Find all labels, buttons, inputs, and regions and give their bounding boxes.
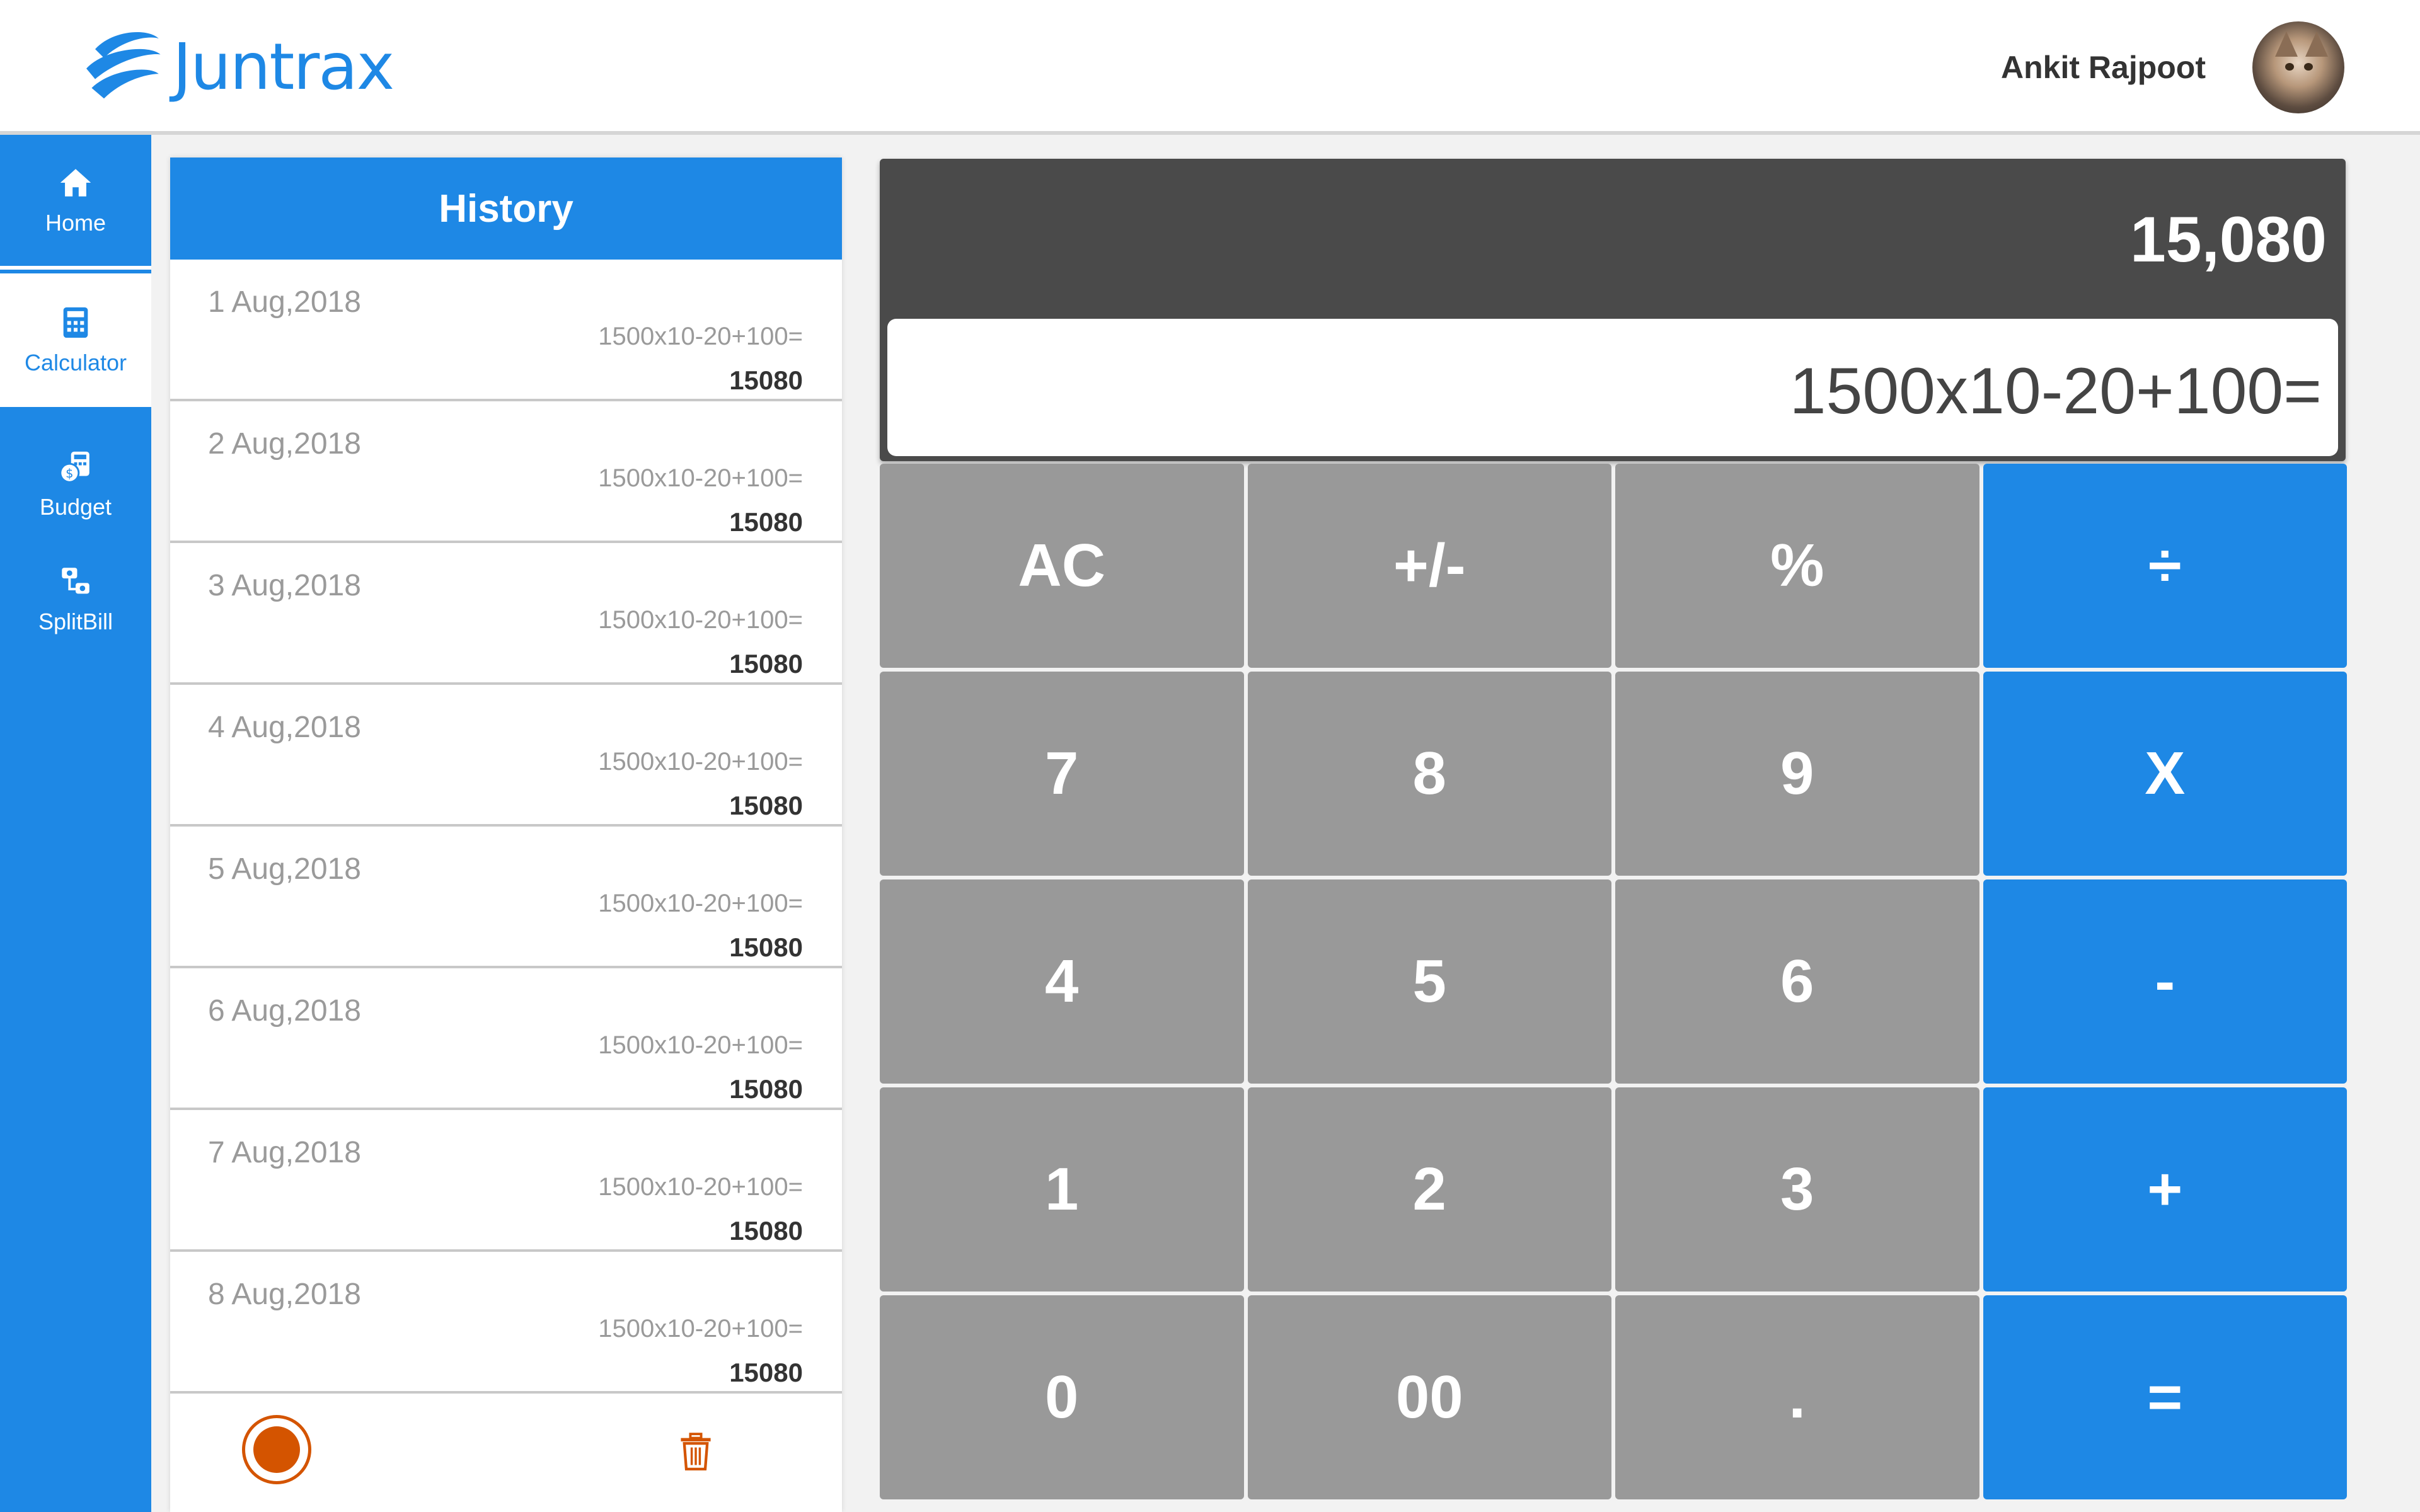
history-panel: History 1 Aug,2018 1500x10-20+100= 15080… [170,158,842,1512]
history-date: 4 Aug,2018 [208,711,361,744]
sidebar-item-calculator[interactable]: Calculator [0,273,151,407]
record-icon [253,1426,300,1473]
sidebar-item-splitbill[interactable]: SplitBill [0,563,151,664]
history-item[interactable]: 1 Aug,2018 1500x10-20+100= 15080 [170,260,842,401]
history-item[interactable]: 7 Aug,2018 1500x10-20+100= 15080 [170,1110,842,1252]
history-item[interactable]: 2 Aug,2018 1500x10-20+100= 15080 [170,401,842,543]
history-result: 15080 [729,507,803,537]
key-8[interactable]: 8 [1247,672,1611,876]
split-bill-icon [62,568,89,594]
svg-text:$: $ [66,466,73,481]
key-5[interactable]: 5 [1247,879,1611,1084]
key-7[interactable]: 7 [880,672,1244,876]
history-title: History [170,158,842,260]
history-result: 15080 [729,1216,803,1246]
history-date: 5 Aug,2018 [208,852,361,886]
key-decimal[interactable]: . [1615,1295,1979,1499]
history-item[interactable]: 5 Aug,2018 1500x10-20+100= 15080 [170,827,842,968]
home-icon [60,169,91,197]
expression-field[interactable]: 1500x10-20+100= [887,319,2338,456]
history-expression: 1500x10-20+100= [598,464,803,492]
key-2[interactable]: 2 [1247,1087,1611,1292]
history-item[interactable]: 4 Aug,2018 1500x10-20+100= 15080 [170,685,842,827]
sidebar-item-home[interactable]: Home [0,135,151,270]
key-subtract[interactable]: - [1983,879,2347,1084]
history-expression: 1500x10-20+100= [598,748,803,776]
trash-icon[interactable] [679,1433,712,1470]
history-item[interactable]: 6 Aug,2018 1500x10-20+100= 15080 [170,968,842,1110]
history-date: 2 Aug,2018 [208,427,361,461]
history-expression: 1500x10-20+100= [598,323,803,350]
key-1[interactable]: 1 [880,1087,1244,1292]
key-clear[interactable]: AC [880,464,1244,668]
history-date: 6 Aug,2018 [208,994,361,1028]
calculator-display: 15,080 1500x10-20+100= [880,159,2346,461]
sidebar: Home Calculator $ Budget SplitBill [0,135,151,1512]
key-3[interactable]: 3 [1615,1087,1979,1292]
key-equals[interactable]: = [1983,1295,2347,1499]
calculator-icon [63,307,88,338]
history-date: 3 Aug,2018 [208,569,361,602]
record-button[interactable] [242,1415,311,1484]
app-logo[interactable]: Juntrax [74,23,395,111]
key-percent[interactable]: % [1615,464,1979,668]
history-result: 15080 [729,365,803,395]
sidebar-item-label: Budget [39,494,112,520]
history-expression: 1500x10-20+100= [598,1173,803,1201]
key-6[interactable]: 6 [1615,879,1979,1084]
key-double-zero[interactable]: 00 [1247,1295,1611,1499]
history-expression: 1500x10-20+100= [598,606,803,634]
history-date: 7 Aug,2018 [208,1136,361,1169]
history-result: 15080 [729,1358,803,1387]
history-footer [170,1394,842,1506]
calculator-result: 15,080 [2130,203,2327,275]
brand-name: Juntrax [173,29,395,105]
history-date: 8 Aug,2018 [208,1278,361,1311]
top-header: Juntrax Ankit Rajpoot [0,0,2420,135]
history-expression: 1500x10-20+100= [598,890,803,917]
history-result: 15080 [729,649,803,679]
history-date: 1 Aug,2018 [208,285,361,319]
key-divide[interactable]: ÷ [1983,464,2347,668]
key-add[interactable]: + [1983,1087,2347,1292]
logo-globe-icon [86,32,161,99]
history-result: 15080 [729,932,803,962]
sidebar-item-label: Home [45,210,107,236]
budget-icon: $ [59,451,89,483]
key-multiply[interactable]: X [1983,672,2347,876]
key-9[interactable]: 9 [1615,672,1979,876]
sidebar-item-budget[interactable]: $ Budget [0,449,151,549]
history-item[interactable]: 3 Aug,2018 1500x10-20+100= 15080 [170,543,842,685]
key-0[interactable]: 0 [880,1295,1244,1499]
key-sign[interactable]: +/- [1247,464,1611,668]
sidebar-item-label: Calculator [24,350,127,375]
user-name[interactable]: Ankit Rajpoot [2001,49,2206,86]
avatar[interactable] [2252,21,2344,113]
history-result: 15080 [729,791,803,820]
sidebar-item-label: SplitBill [38,609,113,634]
key-4[interactable]: 4 [880,879,1244,1084]
history-result: 15080 [729,1074,803,1104]
calculator-expression: 1500x10-20+100= [1789,355,2322,428]
calculator-keypad: AC +/- % ÷ 7 8 9 X 4 5 6 - 1 2 3 + 0 00 … [880,464,2347,1499]
history-expression: 1500x10-20+100= [598,1031,803,1059]
history-expression: 1500x10-20+100= [598,1315,803,1343]
history-item[interactable]: 8 Aug,2018 1500x10-20+100= 15080 [170,1252,842,1394]
